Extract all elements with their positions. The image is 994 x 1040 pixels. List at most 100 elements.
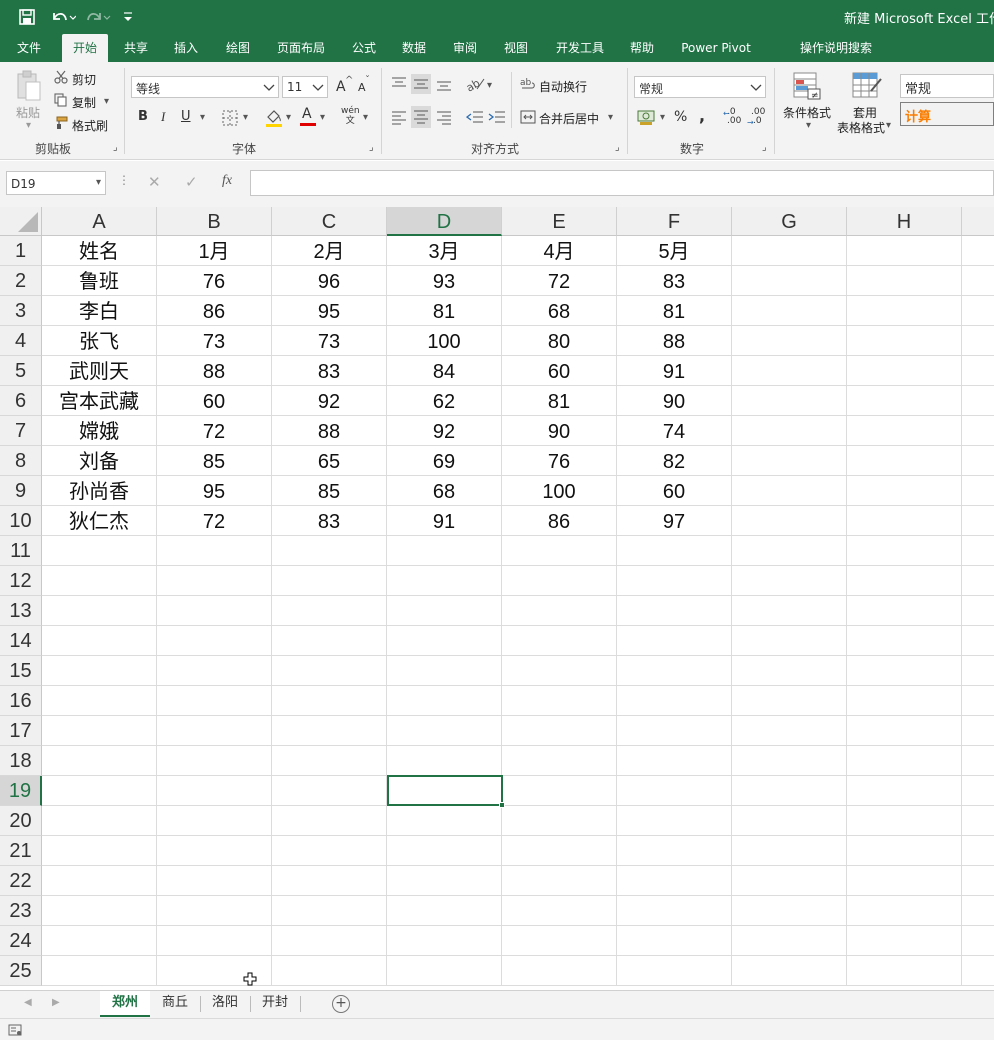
cell[interactable]: 72	[502, 266, 617, 296]
row-header-4[interactable]: 4	[0, 326, 42, 356]
cell[interactable]	[847, 776, 962, 806]
row-header-15[interactable]: 15	[0, 656, 42, 686]
cell[interactable]	[617, 896, 732, 926]
cell[interactable]	[387, 656, 502, 686]
increase-decimal-icon[interactable]: .0 .00 ←	[723, 107, 745, 127]
macro-record-icon[interactable]	[8, 1024, 22, 1036]
cell[interactable]	[962, 776, 994, 806]
cell[interactable]	[962, 686, 994, 716]
format-painter-button[interactable]: 格式刷	[72, 117, 108, 134]
cell[interactable]: 60	[502, 356, 617, 386]
phonetic-dropdown-icon[interactable]: ▾	[363, 112, 368, 123]
cell[interactable]	[732, 836, 847, 866]
decrease-decimal-icon[interactable]: .00 .0 →	[747, 107, 769, 127]
cell[interactable]	[617, 866, 732, 896]
row-header-5[interactable]: 5	[0, 356, 42, 386]
cell[interactable]: 73	[272, 326, 387, 356]
formula-input[interactable]	[250, 170, 994, 196]
name-box[interactable]: D19 ▾	[6, 171, 106, 195]
cell[interactable]: 姓名	[42, 236, 157, 266]
cell[interactable]	[272, 566, 387, 596]
cell[interactable]	[502, 866, 617, 896]
cell[interactable]	[387, 566, 502, 596]
next-sheet-icon[interactable]: ▶	[52, 997, 60, 1008]
font-launcher-icon[interactable]: ⌟	[369, 142, 374, 153]
cell[interactable]	[732, 596, 847, 626]
cell[interactable]: 100	[502, 476, 617, 506]
cell[interactable]	[732, 566, 847, 596]
cell[interactable]: 90	[502, 416, 617, 446]
cell[interactable]	[42, 806, 157, 836]
accounting-format-icon[interactable]	[637, 108, 657, 126]
row-header-25[interactable]: 25	[0, 956, 42, 986]
cell[interactable]: 86	[157, 296, 272, 326]
cell[interactable]	[962, 386, 994, 416]
cell[interactable]	[617, 776, 732, 806]
fill-color-dropdown-icon[interactable]: ▾	[286, 112, 291, 123]
cell[interactable]	[962, 566, 994, 596]
cell[interactable]	[732, 776, 847, 806]
cell[interactable]: 88	[617, 326, 732, 356]
cell[interactable]	[732, 296, 847, 326]
cell[interactable]: 65	[272, 446, 387, 476]
cell[interactable]	[272, 716, 387, 746]
cell[interactable]	[732, 926, 847, 956]
name-box-dropdown-icon[interactable]: ▾	[96, 177, 101, 188]
cell[interactable]	[732, 956, 847, 986]
clipboard-launcher-icon[interactable]: ⌟	[113, 142, 118, 153]
cell[interactable]	[157, 776, 272, 806]
cancel-icon[interactable]: ✕	[148, 173, 161, 191]
cell[interactable]	[847, 686, 962, 716]
cell[interactable]	[502, 956, 617, 986]
cell[interactable]	[847, 566, 962, 596]
cell[interactable]	[387, 626, 502, 656]
cell[interactable]: 李白	[42, 296, 157, 326]
cell[interactable]	[732, 446, 847, 476]
conditional-format-button[interactable]: 条件格式	[783, 104, 831, 121]
save-icon[interactable]	[18, 8, 36, 26]
cell[interactable]: 狄仁杰	[42, 506, 157, 536]
cell[interactable]: 74	[617, 416, 732, 446]
cell[interactable]	[42, 596, 157, 626]
cell[interactable]: 100	[387, 326, 502, 356]
cell[interactable]: 2月	[272, 236, 387, 266]
cell[interactable]	[502, 836, 617, 866]
column-header-d[interactable]: D	[387, 207, 502, 236]
sheet-tab-zhengzhou[interactable]: 郑州	[100, 991, 150, 1017]
copy-button[interactable]: 复制	[72, 94, 96, 111]
cell[interactable]	[387, 926, 502, 956]
row-header-6[interactable]: 6	[0, 386, 42, 416]
row-header-14[interactable]: 14	[0, 626, 42, 656]
cell[interactable]: 88	[157, 356, 272, 386]
tab-draw[interactable]: 绘图	[216, 34, 260, 62]
cell[interactable]: 80	[502, 326, 617, 356]
cell[interactable]	[962, 356, 994, 386]
cell[interactable]	[617, 566, 732, 596]
cell[interactable]	[502, 566, 617, 596]
align-center-icon[interactable]	[411, 106, 431, 128]
fill-color-icon[interactable]	[264, 108, 284, 128]
cell[interactable]	[847, 626, 962, 656]
cell[interactable]	[962, 956, 994, 986]
cell[interactable]: 93	[387, 266, 502, 296]
cell[interactable]	[847, 386, 962, 416]
bold-button[interactable]: B	[138, 109, 148, 124]
accounting-dropdown-icon[interactable]: ▾	[660, 112, 665, 123]
cell[interactable]	[847, 806, 962, 836]
cell[interactable]	[732, 416, 847, 446]
cell[interactable]	[962, 746, 994, 776]
underline-button[interactable]: U	[181, 109, 191, 124]
cell[interactable]	[617, 686, 732, 716]
cell[interactable]	[502, 716, 617, 746]
row-header-3[interactable]: 3	[0, 296, 42, 326]
cell[interactable]	[732, 326, 847, 356]
cell[interactable]	[962, 476, 994, 506]
row-header-13[interactable]: 13	[0, 596, 42, 626]
cell[interactable]	[272, 896, 387, 926]
cell[interactable]: 95	[272, 296, 387, 326]
cell[interactable]	[42, 746, 157, 776]
cell[interactable]	[42, 776, 157, 806]
paste-icon[interactable]	[14, 70, 44, 102]
row-header-2[interactable]: 2	[0, 266, 42, 296]
cell[interactable]	[847, 296, 962, 326]
